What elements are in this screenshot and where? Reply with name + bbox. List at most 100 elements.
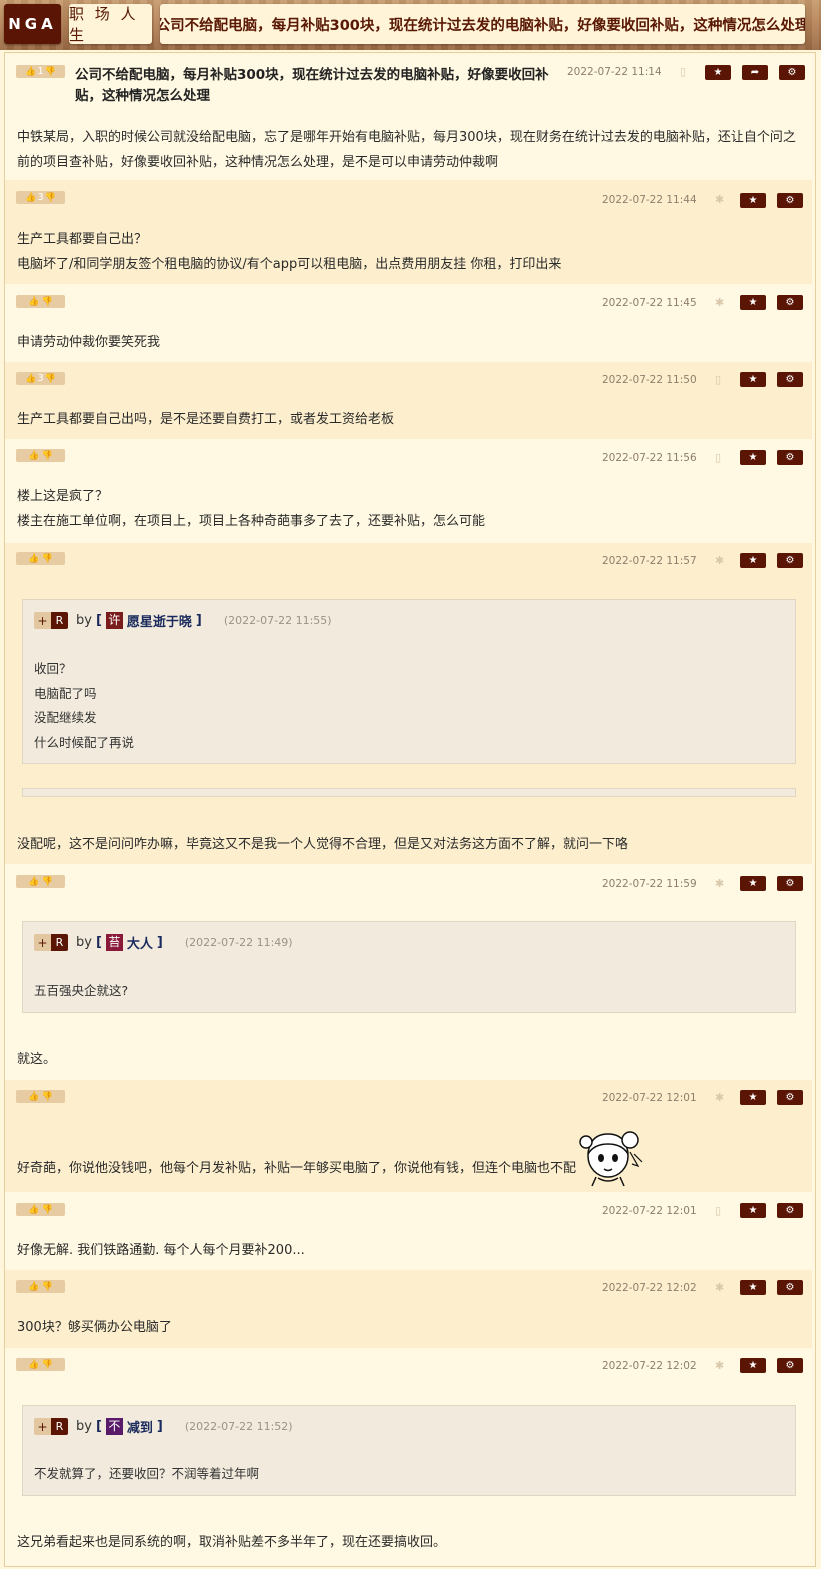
- gear-icon[interactable]: ⚙: [777, 876, 803, 891]
- thumbs-down-icon[interactable]: 👎: [42, 1360, 53, 1370]
- quote-block: + R by [许愿星逝于晓] (2022-07-22 11:55) 收回？ 电…: [22, 599, 796, 764]
- post-body: 300块？够买俩办公电脑了: [17, 1315, 804, 1340]
- post-time: 2022-07-22 11:14: [567, 66, 662, 78]
- gear-icon[interactable]: ⚙: [777, 1203, 803, 1218]
- android-icon: ✱: [715, 1091, 725, 1104]
- vote-widget[interactable]: 👍 👎: [16, 1358, 65, 1371]
- post-body: 就这。: [17, 1047, 804, 1072]
- gear-icon[interactable]: ⚙: [777, 1358, 803, 1373]
- quote-reply-button[interactable]: R: [51, 612, 68, 629]
- share-icon[interactable]: ➦: [742, 65, 768, 80]
- thumbs-down-icon[interactable]: 👎: [45, 193, 56, 203]
- user-avatar[interactable]: 不: [105, 1418, 123, 1435]
- quote-header: + R by [许愿星逝于晓] (2022-07-22 11:55): [34, 611, 332, 630]
- vote-count: 3: [37, 373, 44, 384]
- quote-reply-button[interactable]: R: [51, 934, 68, 951]
- post-line: 好像无解. 我们铁路通勤. 每个人每个月要补200...: [17, 1243, 305, 1258]
- thumbs-down-icon[interactable]: 👎: [42, 877, 53, 887]
- thumbs-up-icon[interactable]: 👍: [28, 1282, 39, 1292]
- thumbs-down-icon[interactable]: 👎: [42, 1092, 53, 1102]
- bracket-open: [: [95, 1419, 102, 1434]
- post-time: 2022-07-22 12:02: [602, 1282, 697, 1294]
- gear-icon[interactable]: ⚙: [777, 553, 803, 568]
- mobile-icon: ▯: [715, 373, 722, 386]
- post-line: 申请劳动仲裁你要笑死我: [17, 335, 161, 350]
- thumbs-up-icon[interactable]: 👍: [28, 877, 39, 887]
- star-icon[interactable]: ★: [740, 450, 766, 465]
- user-avatar[interactable]: 许: [105, 612, 123, 629]
- thumbs-up-icon[interactable]: 👍: [25, 67, 36, 77]
- quote-by-label: by: [76, 613, 92, 628]
- star-icon[interactable]: ★: [740, 372, 766, 387]
- quote-plus-button[interactable]: +: [34, 612, 51, 629]
- post-6: 👍 👎 2022-07-22 11:59 ✱ ★ ⚙ + R by [苔大人] (…: [5, 864, 812, 1080]
- vote-widget[interactable]: 👍 👎: [16, 295, 65, 308]
- vote-widget[interactable]: 👍 3 👎: [16, 191, 65, 204]
- gear-icon[interactable]: ⚙: [777, 295, 803, 310]
- breadcrumb-topic[interactable]: 公司不给配电脑，每月补贴300块，现在统计过去发的电脑补贴，好像要收回补贴，这种…: [160, 4, 805, 44]
- quote-line: 收回？: [34, 661, 72, 676]
- post-2: 👍 👎 2022-07-22 11:45 ✱ ★ ⚙ 申请劳动仲裁你要笑死我: [5, 284, 812, 362]
- quote-reply-button[interactable]: R: [51, 1418, 68, 1435]
- quote-divider: [22, 788, 796, 797]
- thumbs-up-icon[interactable]: 👍: [28, 1360, 39, 1370]
- vote-widget[interactable]: 👍 👎: [16, 1203, 65, 1216]
- star-icon[interactable]: ★: [740, 193, 766, 208]
- vote-widget[interactable]: 👍 👎: [16, 449, 65, 462]
- nga-logo[interactable]: NGA: [4, 4, 61, 44]
- gear-icon[interactable]: ⚙: [777, 450, 803, 465]
- thumbs-down-icon[interactable]: 👎: [42, 451, 53, 461]
- star-icon[interactable]: ★: [705, 65, 731, 80]
- thumbs-up-icon[interactable]: 👍: [28, 451, 39, 461]
- vote-widget[interactable]: 👍 1 👎: [16, 65, 65, 78]
- post-line: 300块？够买俩办公电脑了: [17, 1320, 172, 1335]
- quote-line: 什么时候配了再说: [34, 734, 135, 750]
- quote-plus-button[interactable]: +: [34, 1418, 51, 1435]
- star-icon[interactable]: ★: [740, 1358, 766, 1373]
- thumbs-down-icon[interactable]: 👎: [42, 554, 53, 564]
- quote-username[interactable]: 愿星逝于晓: [127, 611, 192, 630]
- post-body: 没配呢，这不是问问咋办嘛，毕竟这又不是我一个人觉得不合理，但是又对法务这方面不了…: [17, 832, 804, 857]
- thumbs-down-icon[interactable]: 👎: [45, 374, 56, 384]
- thumbs-up-icon[interactable]: 👍: [28, 1092, 39, 1102]
- star-icon[interactable]: ★: [740, 1090, 766, 1105]
- post-time: 2022-07-22 11:56: [602, 452, 697, 464]
- star-icon[interactable]: ★: [740, 295, 766, 310]
- star-icon[interactable]: ★: [740, 553, 766, 568]
- quote-username[interactable]: 减到: [127, 1417, 153, 1436]
- gear-icon[interactable]: ⚙: [777, 1280, 803, 1295]
- star-icon[interactable]: ★: [740, 876, 766, 891]
- vote-widget[interactable]: 👍 👎: [16, 552, 65, 565]
- star-icon[interactable]: ★: [740, 1203, 766, 1218]
- thumbs-down-icon[interactable]: 👎: [42, 1282, 53, 1292]
- vote-widget[interactable]: 👍 3 👎: [16, 372, 65, 385]
- quote-date: (2022-07-22 11:49): [184, 936, 293, 949]
- vote-widget[interactable]: 👍 👎: [16, 1090, 65, 1103]
- quote-username[interactable]: 大人: [127, 933, 153, 952]
- thumbs-up-icon[interactable]: 👍: [25, 193, 36, 203]
- quote-header: + R by [不减到] (2022-07-22 11:52): [34, 1417, 293, 1436]
- thumbs-down-icon[interactable]: 👎: [42, 1205, 53, 1215]
- gear-icon[interactable]: ⚙: [777, 193, 803, 208]
- thumbs-up-icon[interactable]: 👍: [28, 297, 39, 307]
- mobile-icon: ▯: [715, 1204, 722, 1217]
- quote-plus-button[interactable]: +: [34, 934, 51, 951]
- vote-widget[interactable]: 👍 👎: [16, 1280, 65, 1293]
- thumbs-down-icon[interactable]: 👎: [42, 297, 53, 307]
- thumbs-up-icon[interactable]: 👍: [25, 374, 36, 384]
- star-icon[interactable]: ★: [740, 1280, 766, 1295]
- post-4: 👍 👎 2022-07-22 11:56 ▯ ★ ⚙ 楼上这是疯了？ 楼主在施工单位…: [5, 439, 812, 543]
- post-3: 👍 3 👎 2022-07-22 11:50 ▯ ★ ⚙ 生产工具都要自己出吗，是不…: [5, 362, 812, 439]
- thumbs-up-icon[interactable]: 👍: [28, 554, 39, 564]
- gear-icon[interactable]: ⚙: [779, 65, 805, 80]
- gear-icon[interactable]: ⚙: [777, 1090, 803, 1105]
- breadcrumb-forum[interactable]: 职 场 人 生: [69, 4, 152, 44]
- user-avatar[interactable]: 苔: [105, 934, 123, 951]
- vote-widget[interactable]: 👍 👎: [16, 875, 65, 888]
- post-line: 电脑坏了/和同学朋友签个租电脑的协议/有个app可以租电脑，出点费用朋友挂 你租…: [17, 257, 562, 272]
- thumbs-down-icon[interactable]: 👎: [45, 67, 56, 77]
- gear-icon[interactable]: ⚙: [777, 372, 803, 387]
- thumbs-up-icon[interactable]: 👍: [28, 1205, 39, 1215]
- quote-header: + R by [苔大人] (2022-07-22 11:49): [34, 933, 293, 952]
- quote-by-label: by: [76, 935, 92, 950]
